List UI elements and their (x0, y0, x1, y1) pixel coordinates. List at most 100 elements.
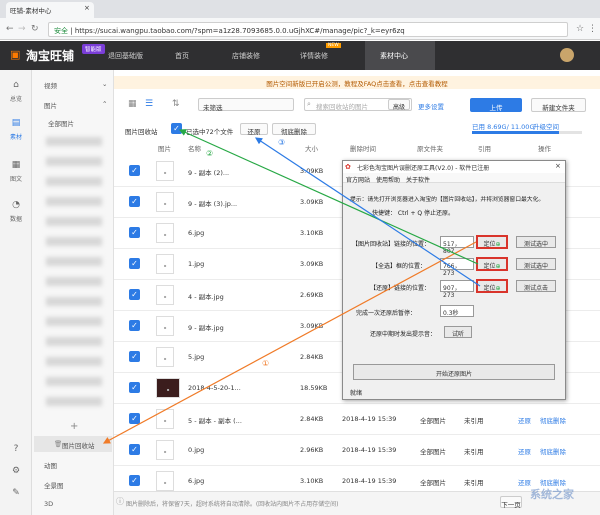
blurred-folder[interactable] (46, 217, 102, 226)
restore-button[interactable]: 还原 (240, 123, 268, 136)
data-icon[interactable]: ◔ (4, 200, 28, 210)
row-thumbnail[interactable]: ▪ (156, 254, 174, 274)
row-checkbox[interactable]: ✓ (129, 413, 140, 424)
overview-icon[interactable]: ⌂ (4, 80, 28, 90)
select-all-checkbox[interactable]: ✓ (171, 123, 182, 134)
locate-button-3[interactable]: 定位⊕ (476, 279, 508, 293)
tab-close-icon[interactable]: × (84, 4, 90, 12)
list-view-icon[interactable]: ☰ (145, 99, 153, 109)
row-thumbnail[interactable]: ▪ (156, 378, 180, 398)
rail-overview[interactable]: 总览 (4, 94, 28, 103)
menu-icon[interactable]: ⋮ (588, 24, 597, 34)
test-button-3[interactable]: 测试点击 (516, 280, 556, 292)
menu-help[interactable]: 使用帮助 (376, 175, 400, 184)
row-thumbnail[interactable]: ▪ (156, 285, 174, 305)
row-delete-link[interactable]: 彻底删除 (540, 446, 566, 456)
test-button-1[interactable]: 测试选中 (516, 236, 556, 248)
restore-link-pos[interactable]: 907，273 (440, 280, 474, 299)
nav-home[interactable]: 首页 (175, 51, 189, 61)
chevron-up-icon[interactable]: ⌃ (102, 100, 107, 108)
recycle-link-pos[interactable]: 517，807 (440, 236, 474, 255)
delete-forever-button[interactable]: 彻底删除 (272, 123, 316, 136)
blurred-folder[interactable] (46, 157, 102, 166)
row-checkbox[interactable]: ✓ (129, 444, 140, 455)
dialog-close-icon[interactable]: × (555, 162, 561, 170)
locate-button-1[interactable]: 定位⊕ (476, 235, 508, 249)
nav-detail-decoration[interactable]: 详情装修 (300, 51, 328, 61)
menu-about[interactable]: 关于软件 (406, 175, 430, 184)
row-checkbox[interactable]: ✓ (129, 165, 140, 176)
avatar[interactable] (560, 48, 574, 62)
sidebar-gif[interactable]: 动图 (44, 460, 57, 470)
sidebar-recycle-bin[interactable]: 图片回收站 (62, 440, 95, 450)
blurred-folder[interactable] (46, 237, 102, 246)
browser-tab[interactable]: 旺铺-素材中心 (6, 2, 94, 18)
rail-material[interactable]: 素材 (4, 132, 28, 141)
forward-icon[interactable]: → (18, 24, 26, 34)
locate-button-2[interactable]: 定位⊕ (476, 257, 508, 271)
select-all-pos[interactable]: 766，273 (440, 258, 474, 277)
blurred-folder[interactable] (46, 177, 102, 186)
next-page-button[interactable]: 下一页 (500, 496, 522, 509)
row-thumbnail[interactable]: ▪ (156, 471, 174, 491)
row-checkbox[interactable]: ✓ (129, 320, 140, 331)
test-button-2[interactable]: 测试选中 (516, 258, 556, 270)
blurred-folder[interactable] (46, 337, 102, 346)
row-checkbox[interactable]: ✓ (129, 289, 140, 300)
rail-article[interactable]: 图文 (4, 174, 28, 183)
row-checkbox[interactable]: ✓ (129, 351, 140, 362)
new-folder-button[interactable]: 新建文件夹 (531, 98, 586, 112)
blurred-folder[interactable] (46, 397, 102, 406)
settings-icon[interactable]: ⚙ (4, 466, 28, 476)
row-checkbox[interactable]: ✓ (129, 258, 140, 269)
add-folder-button[interactable]: + (70, 421, 78, 432)
material-icon[interactable]: ▤ (4, 118, 28, 128)
sidebar-image[interactable]: 图片 (44, 100, 57, 110)
row-thumbnail[interactable]: ▪ (156, 347, 174, 367)
sidebar-3d[interactable]: 3D (44, 500, 53, 508)
row-checkbox[interactable]: ✓ (129, 382, 140, 393)
row-thumbnail[interactable]: ▪ (156, 161, 174, 181)
notice-banner[interactable]: 图片空间新版已开启公测，教程及FAQ点击查看，点击查看教程 (114, 76, 600, 89)
blurred-folder[interactable] (46, 297, 102, 306)
blurred-folder[interactable] (46, 137, 102, 146)
upgrade-link[interactable]: 升级空间 (533, 121, 559, 131)
row-checkbox[interactable]: ✓ (129, 227, 140, 238)
row-checkbox[interactable]: ✓ (129, 475, 140, 486)
article-icon[interactable]: ▦ (4, 160, 28, 170)
blurred-folder[interactable] (46, 357, 102, 366)
chevron-down-icon[interactable]: ⌄ (102, 80, 107, 88)
advanced-button[interactable]: 高级 (388, 99, 410, 111)
blurred-folder[interactable] (46, 197, 102, 206)
nav-back-basic[interactable]: 退回基础版 (108, 51, 143, 61)
blurred-folder[interactable] (46, 377, 102, 386)
upload-button[interactable]: 上传 (470, 98, 522, 112)
row-thumbnail[interactable]: ▪ (156, 223, 174, 243)
help-icon[interactable]: ? (4, 444, 28, 454)
menu-official-site[interactable]: 官方网站 (346, 175, 370, 184)
sort-icon[interactable]: ⇅ (172, 99, 180, 109)
sidebar-video[interactable]: 视频 (44, 80, 57, 90)
listen-button[interactable]: 试听 (444, 326, 472, 338)
url-input[interactable]: 安全 | https://sucai.wangpu.taobao.com/?sp… (48, 22, 568, 37)
pause-select[interactable]: 0.3秒 (440, 305, 474, 317)
reload-icon[interactable]: ↻ (31, 24, 39, 34)
grid-view-icon[interactable]: ▦ (128, 99, 137, 109)
blurred-folder[interactable] (46, 257, 102, 266)
filter-select[interactable]: 未筛选 (198, 98, 294, 112)
start-restore-button[interactable]: 开始还原图片 (353, 364, 555, 380)
back-icon[interactable]: ← (6, 24, 14, 34)
row-checkbox[interactable]: ✓ (129, 196, 140, 207)
row-restore-link[interactable]: 还原 (518, 415, 531, 425)
blurred-folder[interactable] (46, 277, 102, 286)
row-thumbnail[interactable]: ▪ (156, 440, 174, 460)
star-icon[interactable]: ☆ (576, 24, 584, 34)
more-settings-link[interactable]: 更多设置 (418, 101, 444, 111)
row-thumbnail[interactable]: ▪ (156, 409, 174, 429)
row-thumbnail[interactable]: ▪ (156, 316, 174, 336)
row-thumbnail[interactable]: ▪ (156, 192, 174, 212)
row-restore-link[interactable]: 还原 (518, 446, 531, 456)
nav-material-center[interactable]: 素材中心 (380, 51, 408, 61)
nav-shop-decoration[interactable]: 店铺装修 (232, 51, 260, 61)
sidebar-all-images[interactable]: 全部图片 (48, 118, 74, 128)
